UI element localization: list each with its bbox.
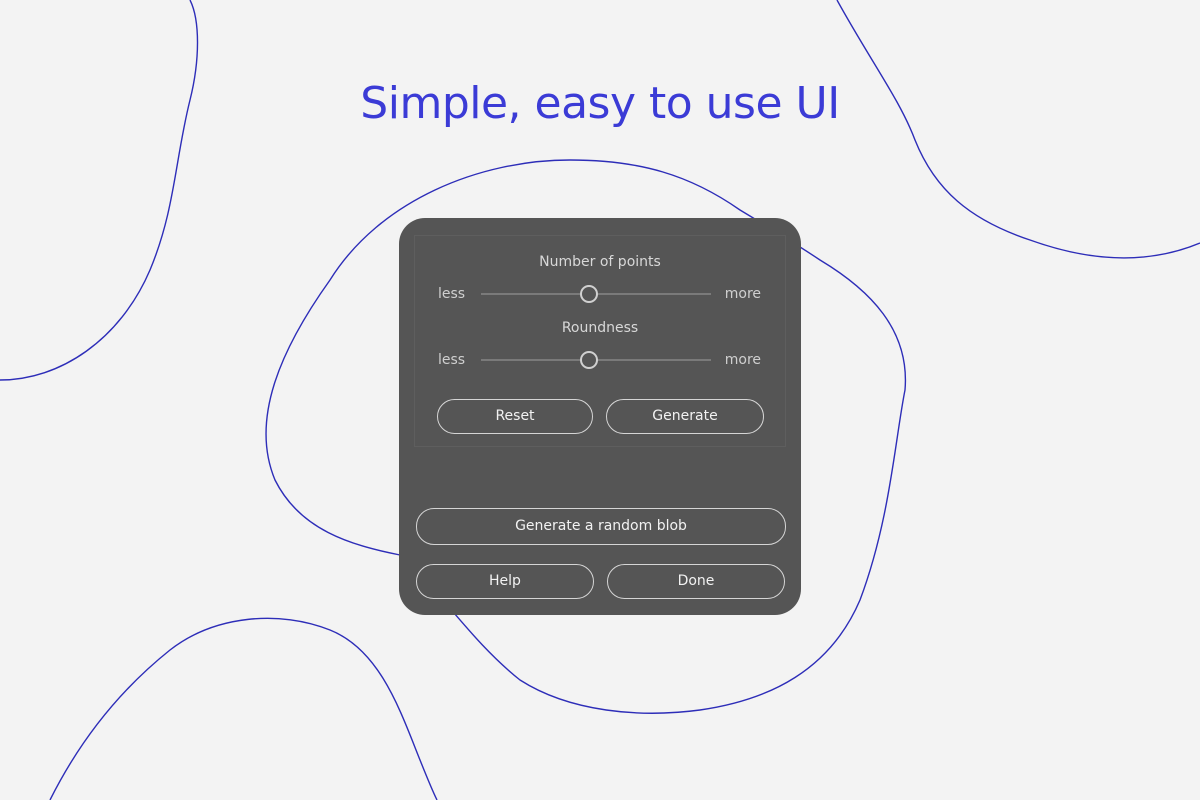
roundness-slider-more-label: more [724,352,761,368]
generate-random-blob-button[interactable]: Generate a random blob [416,508,786,545]
roundness-slider-thumb[interactable] [580,351,599,369]
roundness-slider-row: less more [415,350,785,370]
blob-line-top-left [0,0,199,381]
points-slider-more-label: more [724,286,761,302]
roundness-slider-title: Roundness [561,320,639,336]
points-slider-less-label: less [438,286,466,302]
blob-generator-panel: Number of points less more Roundness les… [399,218,801,615]
done-button[interactable]: Done [607,564,785,599]
slider-settings-group: Number of points less more Roundness les… [414,235,786,447]
points-slider-row: less more [415,284,785,304]
roundness-slider-track[interactable] [481,351,711,369]
blob-line-bottom [49,617,438,800]
page-headline: Simple, easy to use UI [360,78,840,129]
help-button[interactable]: Help [416,564,594,599]
generate-button[interactable]: Generate [606,399,764,434]
roundness-slider-less-label: less [438,352,466,368]
points-slider-title: Number of points [539,254,661,270]
reset-button[interactable]: Reset [437,399,593,434]
points-slider-thumb[interactable] [580,285,599,303]
points-slider-track[interactable] [481,285,711,303]
